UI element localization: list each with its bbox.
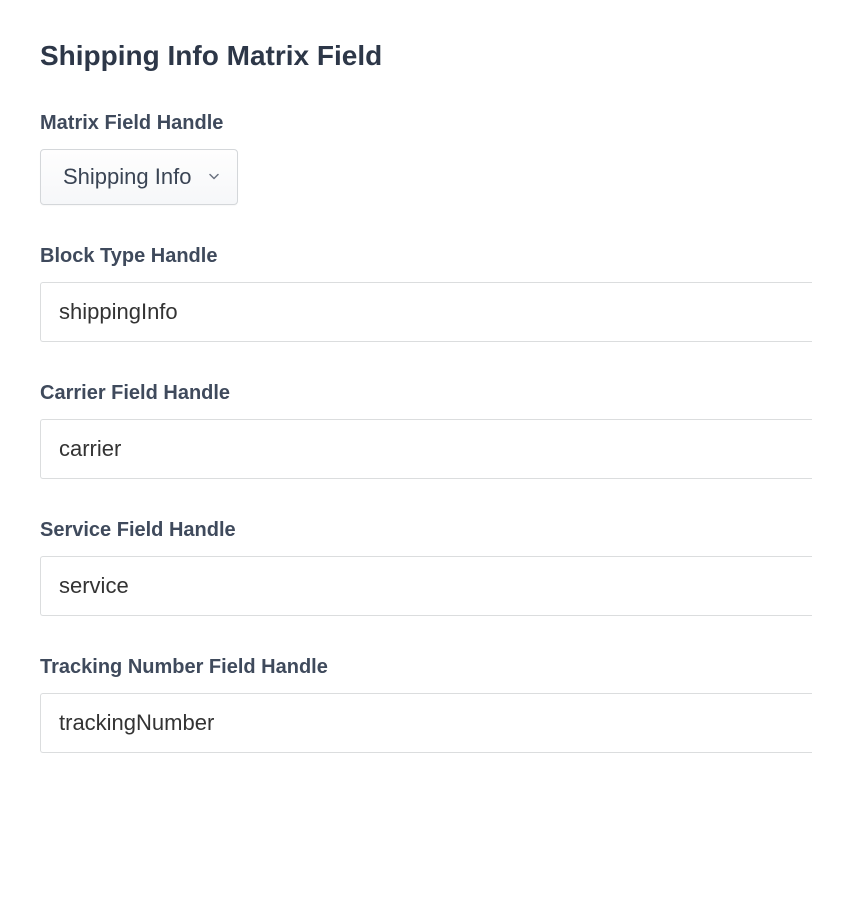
tracking-number-field-handle-label: Tracking Number Field Handle xyxy=(40,656,812,679)
block-type-handle-group: Block Type Handle xyxy=(40,245,812,342)
carrier-field-handle-group: Carrier Field Handle xyxy=(40,382,812,479)
page-title: Shipping Info Matrix Field xyxy=(40,40,812,72)
matrix-field-handle-label: Matrix Field Handle xyxy=(40,112,812,135)
matrix-field-handle-selected: Shipping Info xyxy=(63,164,191,190)
block-type-handle-label: Block Type Handle xyxy=(40,245,812,268)
tracking-number-field-handle-input[interactable] xyxy=(40,693,812,753)
carrier-field-handle-input[interactable] xyxy=(40,419,812,479)
service-field-handle-group: Service Field Handle xyxy=(40,519,812,616)
service-field-handle-input[interactable] xyxy=(40,556,812,616)
tracking-number-field-handle-group: Tracking Number Field Handle xyxy=(40,656,812,753)
block-type-handle-input[interactable] xyxy=(40,282,812,342)
matrix-field-handle-group: Matrix Field Handle Shipping Info xyxy=(40,112,812,205)
carrier-field-handle-label: Carrier Field Handle xyxy=(40,382,812,405)
service-field-handle-label: Service Field Handle xyxy=(40,519,812,542)
matrix-field-handle-select[interactable]: Shipping Info xyxy=(40,149,238,205)
chevron-down-icon xyxy=(209,174,219,181)
